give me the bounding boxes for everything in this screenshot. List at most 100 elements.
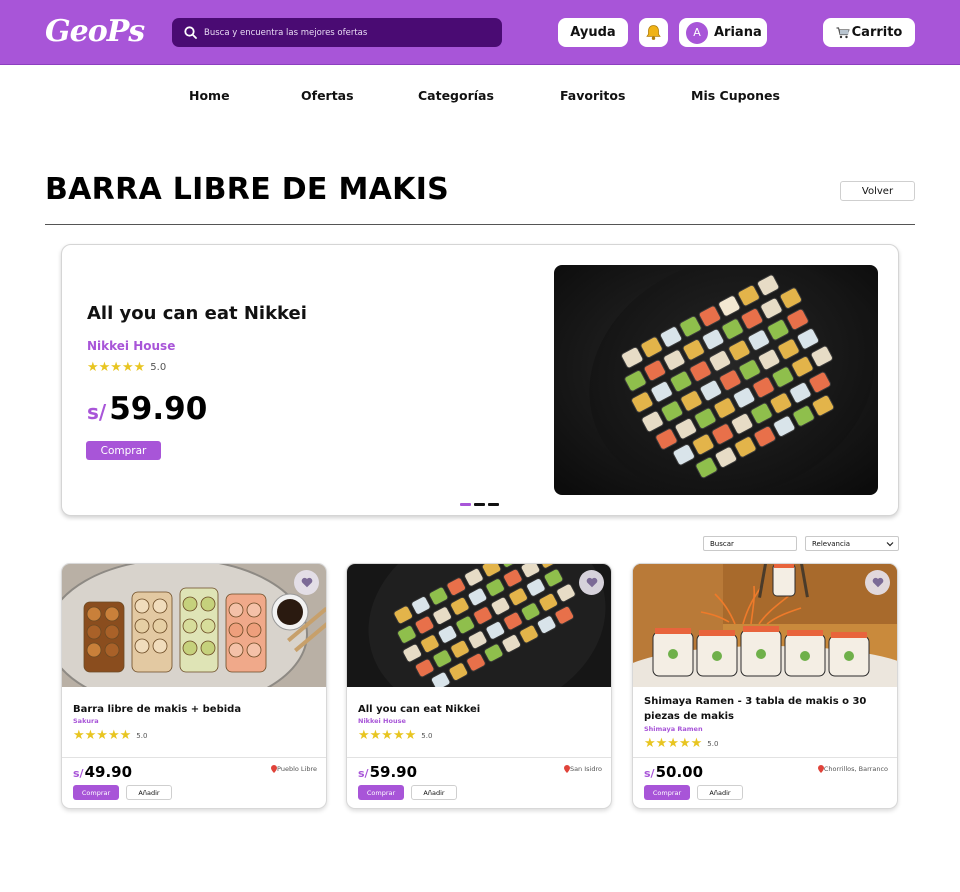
rating-value: 5.0 — [136, 731, 148, 740]
star-icon: ★★★★★ — [73, 728, 132, 743]
card-divider — [633, 757, 897, 758]
featured-offer-store[interactable]: Nikkei House — [87, 339, 175, 353]
page-title: BARRA LIBRE DE MAKIS — [45, 172, 450, 207]
logo[interactable]: GeoPs — [45, 14, 145, 49]
product-card[interactable]: Shimaya Ramen - 3 tabla de makis o 30 pi… — [632, 563, 898, 809]
user-menu-button[interactable]: A Ariana — [679, 18, 767, 47]
product-location: Chorrillos, Barranco — [817, 765, 888, 773]
star-icon: ★★★★★ — [87, 360, 146, 375]
location-label: San Isidro — [569, 765, 602, 773]
heart-icon — [872, 577, 883, 588]
add-button-label: Añadir — [709, 788, 731, 797]
featured-buy-button[interactable]: Comprar — [86, 441, 161, 460]
bell-icon — [646, 25, 661, 40]
buy-button-label: Comprar — [366, 788, 396, 797]
product-rating: ★★★★★ 5.0 — [73, 729, 147, 742]
favorite-button[interactable] — [865, 570, 890, 595]
product-rating: ★★★★★ 5.0 — [358, 729, 432, 742]
carousel-dot-1[interactable] — [460, 503, 471, 506]
location-label: Chorrillos, Barranco — [823, 765, 888, 773]
price-amount: 49.90 — [84, 763, 133, 781]
product-rating: ★★★★★ 5.0 — [644, 737, 718, 750]
product-search-placeholder: Buscar — [710, 539, 734, 548]
product-store[interactable]: Nikkei House — [358, 717, 406, 725]
add-button-label: Añadir — [138, 788, 160, 797]
help-button-label: Ayuda — [570, 25, 616, 40]
product-title[interactable]: All you can eat Nikkei — [358, 702, 598, 717]
carousel-indicators — [460, 503, 502, 506]
nav-item-home[interactable]: Home — [189, 88, 230, 103]
product-store[interactable]: Sakura — [73, 717, 99, 725]
buy-button-label: Comprar — [100, 444, 147, 457]
title-divider — [45, 224, 915, 225]
sort-select-value: Relevancia — [812, 539, 851, 548]
featured-offer-price: s/ 59.90 — [87, 391, 207, 427]
product-price: s/ 49.90 — [73, 763, 132, 781]
product-location: San Isidro — [563, 765, 602, 773]
currency-symbol: s/ — [644, 767, 655, 780]
product-card[interactable]: All you can eat Nikkei Nikkei House ★★★★… — [346, 563, 612, 809]
cart-button-label: Carrito — [851, 25, 903, 40]
carousel-dot-2[interactable] — [474, 503, 485, 506]
product-title[interactable]: Shimaya Ramen - 3 tabla de makis o 30 pi… — [644, 694, 884, 724]
buy-button[interactable]: Comprar — [644, 785, 690, 800]
star-icon: ★★★★★ — [358, 728, 417, 743]
product-location: Pueblo Libre — [271, 765, 317, 773]
top-bar: GeoPs Ayuda A Ariana Carrito — [0, 0, 960, 65]
nav-item-categorias[interactable]: Categorías — [418, 88, 494, 103]
product-image — [62, 564, 326, 687]
add-to-cart-button[interactable]: Añadir — [697, 785, 743, 800]
user-name: Ariana — [714, 25, 762, 40]
heart-icon — [586, 577, 597, 588]
favorite-button[interactable] — [294, 570, 319, 595]
heart-icon — [301, 577, 312, 588]
nav-item-mis-cupones[interactable]: Mis Cupones — [691, 88, 780, 103]
buy-button[interactable]: Comprar — [358, 785, 404, 800]
buy-button-label: Comprar — [652, 788, 682, 797]
nav-item-favoritos[interactable]: Favoritos — [560, 88, 625, 103]
featured-offer-rating: ★★★★★ 5.0 — [87, 361, 166, 374]
chevron-down-icon — [886, 541, 894, 546]
location-label: Pueblo Libre — [277, 765, 317, 773]
search-icon — [184, 26, 197, 39]
cart-button[interactable]: Carrito — [823, 18, 915, 47]
price-amount: 50.00 — [655, 763, 704, 781]
product-title[interactable]: Barra libre de makis + bebida — [73, 702, 313, 717]
product-store[interactable]: Shimaya Ramen — [644, 725, 703, 733]
currency-symbol: s/ — [358, 767, 369, 780]
search-bar[interactable] — [172, 18, 502, 47]
search-input[interactable] — [204, 27, 484, 38]
product-image — [633, 564, 897, 687]
price-amount: 59.90 — [109, 391, 208, 427]
featured-offer-title: All you can eat Nikkei — [87, 303, 307, 324]
rating-value: 5.0 — [707, 739, 719, 748]
product-image — [347, 564, 611, 687]
add-to-cart-button[interactable]: Añadir — [126, 785, 172, 800]
help-button[interactable]: Ayuda — [558, 18, 628, 47]
rating-value: 5.0 — [150, 362, 167, 373]
product-price: s/ 50.00 — [644, 763, 703, 781]
rating-value: 5.0 — [421, 731, 433, 740]
product-search-input[interactable]: Buscar — [703, 536, 797, 551]
buy-button[interactable]: Comprar — [73, 785, 119, 800]
add-button-label: Añadir — [423, 788, 445, 797]
carousel-dot-3[interactable] — [488, 503, 499, 506]
favorite-button[interactable] — [579, 570, 604, 595]
currency-symbol: s/ — [87, 400, 107, 424]
card-divider — [62, 757, 326, 758]
nav-item-ofertas[interactable]: Ofertas — [301, 88, 354, 103]
notifications-button[interactable] — [639, 18, 668, 47]
back-button[interactable]: Volver — [840, 181, 915, 201]
price-amount: 59.90 — [369, 763, 418, 781]
product-card[interactable]: Barra libre de makis + bebida Sakura ★★★… — [61, 563, 327, 809]
cart-icon — [836, 26, 850, 38]
star-icon: ★★★★★ — [644, 736, 703, 751]
main-nav: Home Ofertas Categorías Favoritos Mis Cu… — [0, 88, 960, 104]
avatar: A — [686, 21, 708, 44]
add-to-cart-button[interactable]: Añadir — [411, 785, 457, 800]
featured-offer-image — [554, 265, 878, 495]
sort-select[interactable]: Relevancia — [805, 536, 899, 551]
currency-symbol: s/ — [73, 767, 84, 780]
featured-offer-carousel[interactable]: All you can eat Nikkei Nikkei House ★★★★… — [61, 244, 899, 516]
card-divider — [347, 757, 611, 758]
